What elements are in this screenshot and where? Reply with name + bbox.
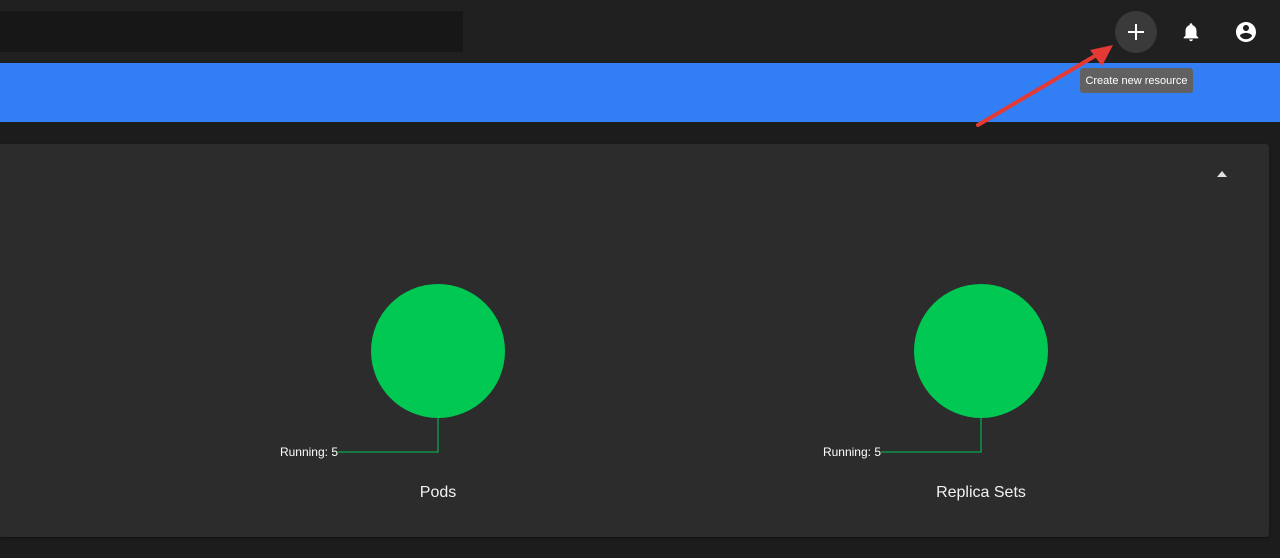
pie-label-running: Running: 5 xyxy=(823,445,881,459)
replica-sets-chart: Running: 5 Replica Sets xyxy=(823,144,1131,537)
chart-title-pods: Pods xyxy=(419,484,457,501)
workloads-status-card: Running: 5 Pods Running: 5 Replica Sets xyxy=(0,144,1269,537)
search-bar[interactable] xyxy=(0,11,463,52)
pie-slice-running[interactable] xyxy=(914,284,1048,418)
top-app-bar xyxy=(0,0,1280,63)
chart-title-replica-sets: Replica Sets xyxy=(936,484,1026,501)
pie-label-running: Running: 5 xyxy=(280,445,338,459)
pie-label-leader-line xyxy=(881,418,982,453)
plus-icon xyxy=(1128,24,1144,40)
account-button[interactable] xyxy=(1225,11,1267,53)
bell-icon xyxy=(1183,23,1199,42)
pods-chart: Running: 5 Pods xyxy=(280,144,588,537)
collapse-card-button[interactable] xyxy=(1208,164,1236,184)
pie-slice-running[interactable] xyxy=(371,284,505,418)
create-resource-tooltip: Create new resource xyxy=(1080,68,1193,93)
arrow-up-icon xyxy=(1217,171,1227,177)
create-resource-button[interactable] xyxy=(1115,11,1157,53)
pie-label-leader-line xyxy=(338,418,439,453)
notifications-button[interactable] xyxy=(1170,11,1212,53)
account-circle-icon xyxy=(1236,22,1256,42)
